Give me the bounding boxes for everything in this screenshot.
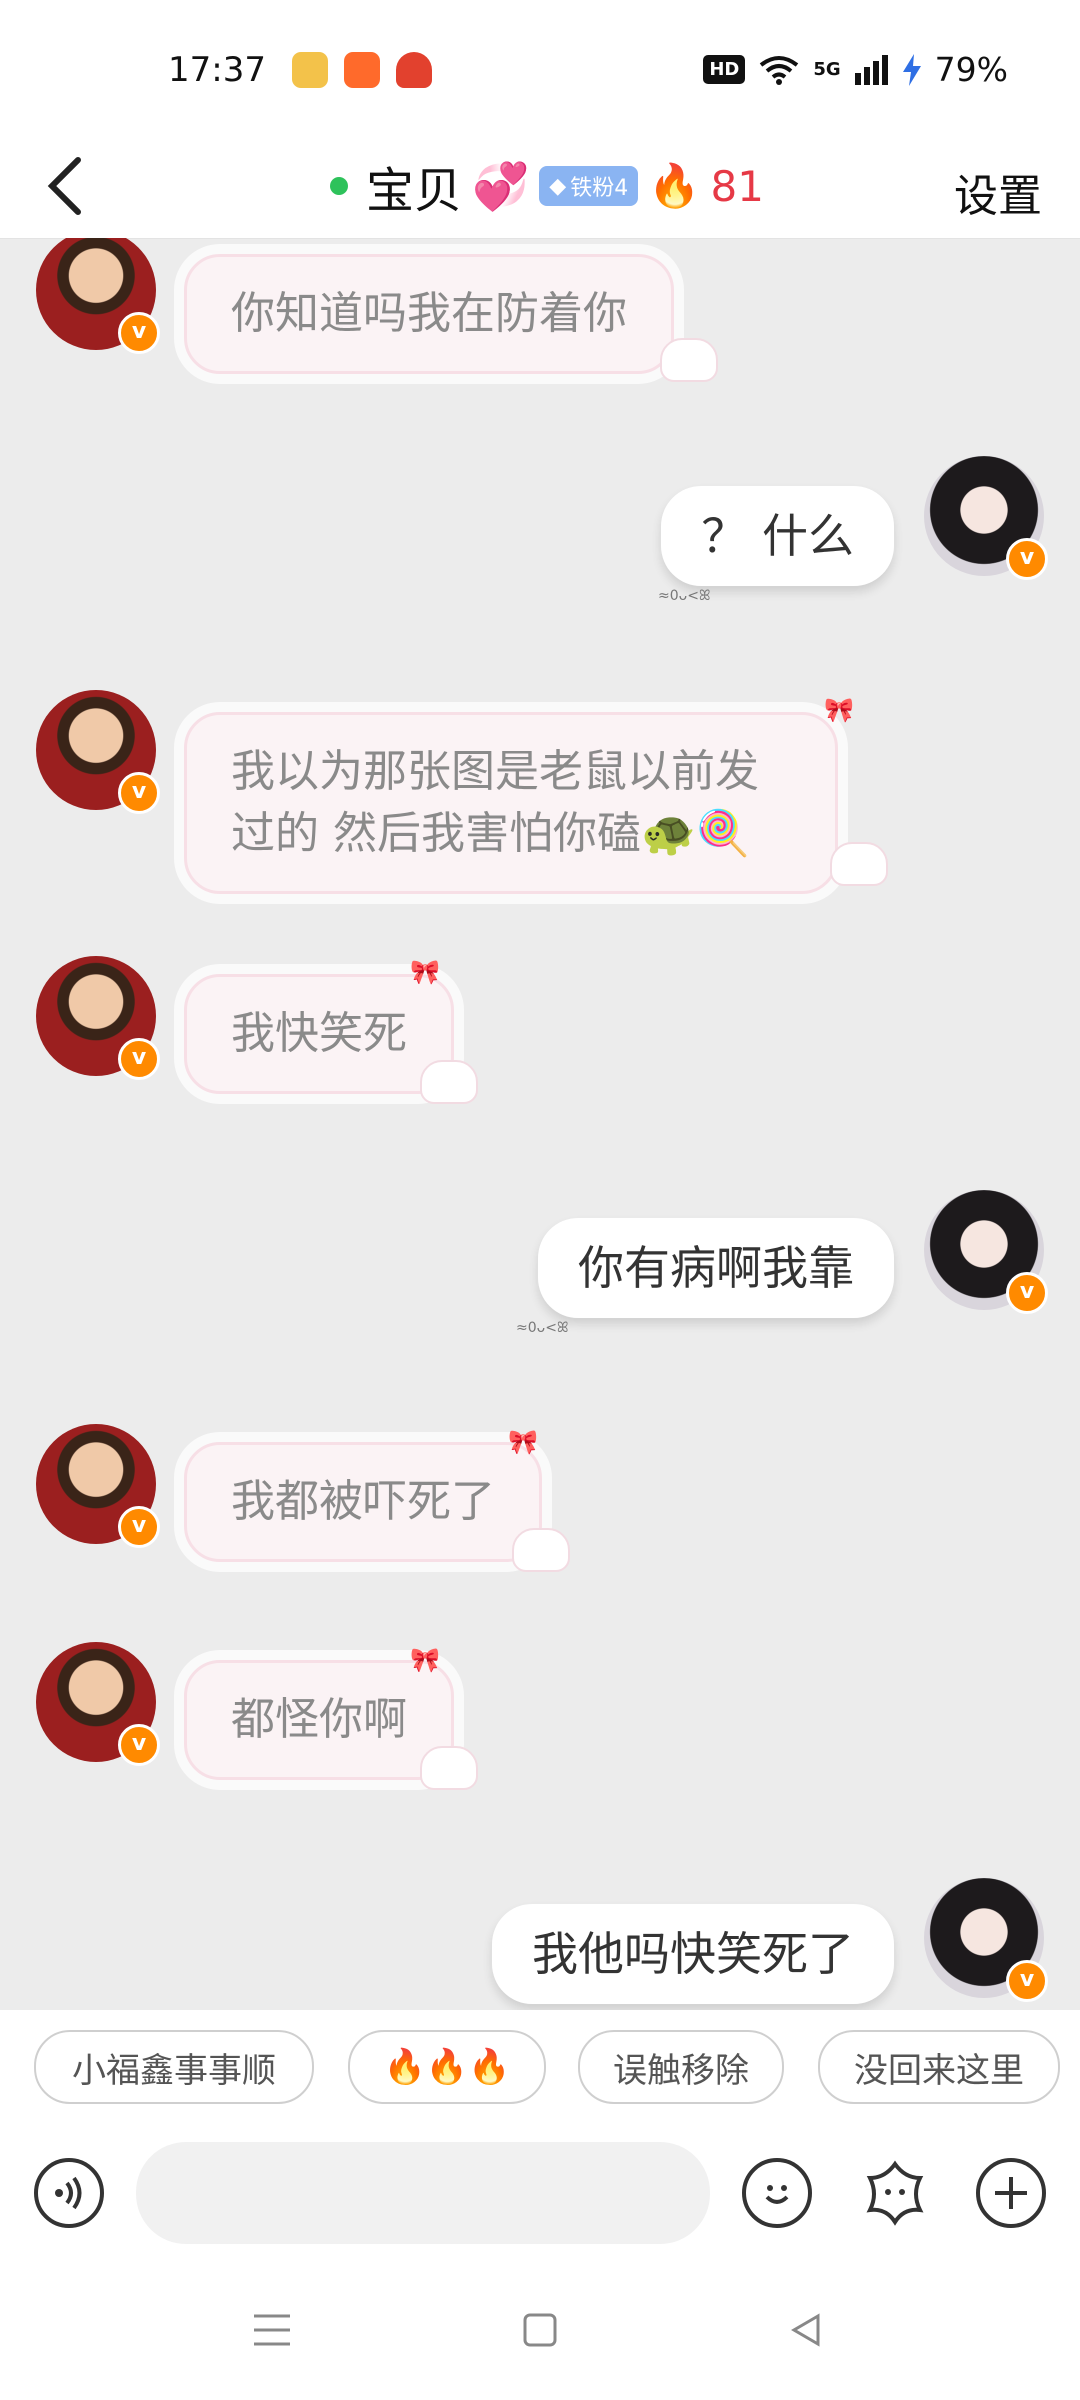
battery-percent: 79% [934,50,1008,89]
charging-icon [902,53,921,86]
chat-title: 宝贝 [366,163,463,219]
emoji-button[interactable] [742,2158,812,2228]
settings-button[interactable]: 设置 [954,160,1042,224]
wifi-icon [760,55,799,85]
contact-avatar[interactable]: v [36,956,160,1080]
message-bubble-received[interactable]: 我都被吓死了 [184,1442,542,1562]
message-text: ？ 什么 [701,509,854,563]
quick-reply-label: 🔥🔥🔥 [383,2047,511,2087]
verified-badge-icon: v [118,312,160,354]
verified-badge-icon: v [118,1506,160,1548]
message-text: 我都被吓死了 [231,1476,495,1527]
bunny-decoration-icon [420,1060,478,1104]
bunny-decoration-icon [512,1528,570,1572]
voice-wave-icon [55,2176,82,2210]
message-input-bar [0,2130,1080,2260]
verified-badge-icon: v [118,772,160,814]
verified-badge-icon: v [118,1724,160,1766]
self-avatar[interactable]: v [924,456,1048,580]
weibo-icon [292,52,328,88]
quick-reply-label: 没回来这里 [854,2050,1024,2091]
quick-reply-chip[interactable]: 🔥🔥🔥 [348,2030,546,2104]
voice-input-button[interactable] [34,2158,104,2228]
self-avatar[interactable]: v [924,1190,1048,1314]
plus-icon [995,2177,1027,2209]
fan-level-badge: ◆ 铁粉4 [539,166,639,206]
fire-icon: 🔥 [648,161,701,210]
app-icon-orange [344,52,380,88]
add-more-button[interactable] [976,2158,1046,2228]
message-bubble-received[interactable]: 我以为那张图是老鼠以前发过的 然后我害怕你磕🐢🍭 [184,712,838,894]
contact-avatar[interactable]: v [36,1424,160,1548]
message-text-input[interactable] [136,2142,710,2244]
quick-reply-chip[interactable]: 误触移除 [578,2030,784,2104]
bunny-decoration-icon [660,338,718,382]
message-text: 你有病啊我靠 [578,1241,854,1295]
quick-reply-label: 误触移除 [613,2050,749,2091]
contact-avatar[interactable]: v [36,238,160,354]
verified-badge-icon: v [1006,1960,1048,2002]
message-text: 我快笑死 [231,1008,407,1059]
back-nav-icon[interactable] [776,2300,836,2360]
verified-badge-icon: v [1006,538,1048,580]
diamond-icon: ◆ [549,173,567,199]
flower-sticker-icon [866,2160,924,2226]
chat-message-list[interactable]: v 你知道吗我在防着你 v ？ 什么 ≈0ᴗ<ꕤ v 我以为那张图是老鼠以前发过… [0,238,1080,2010]
message-bubble-sent[interactable]: ？ 什么 [661,486,894,586]
status-right-group: HD 5G 79% [703,50,1008,89]
message-text: 我他吗快笑死了 [532,1927,854,1981]
chat-header: 宝贝 💞 ◆ 铁粉4 🔥 81 设置 [0,140,1080,239]
quick-reply-bar: 小福鑫事事顺 🔥🔥🔥 误触移除 没回来这里 [0,2010,1080,2130]
message-text: 我以为那张图是老鼠以前发过的 然后我害怕你磕🐢🍭 [231,746,759,859]
message-bubble-received[interactable]: 你知道吗我在防着你 [184,254,674,374]
home-nav-icon[interactable] [510,2300,570,2360]
contact-avatar[interactable]: v [36,1642,160,1766]
back-arrow-icon[interactable] [38,154,98,218]
online-status-dot [330,177,348,195]
quick-reply-chip[interactable]: 没回来这里 [818,2030,1060,2104]
contact-avatar[interactable]: v [36,690,160,814]
bow-decoration-icon: 🎀 [824,696,854,724]
bunny-decoration-icon [830,842,888,886]
verified-badge-icon: v [118,1038,160,1080]
bubble-tail-decoration: ≈0ᴗ<ꕤ [516,1320,569,1336]
sticker-button[interactable] [860,2158,930,2228]
hearts-emoji: 💞 [472,158,530,213]
network-label: 5G [813,59,841,80]
bubble-tail-decoration: ≈0ᴗ<ꕤ [658,588,711,604]
quick-reply-label: 小福鑫事事顺 [72,2050,276,2091]
fan-level-label: 铁粉4 [570,176,629,201]
verified-badge-icon: v [1006,1272,1048,1314]
bow-decoration-icon: 🎀 [410,958,440,986]
streak-count: 81 [710,161,764,211]
message-bubble-sent[interactable]: 你有病啊我靠 [538,1218,894,1318]
menu-nav-icon[interactable] [242,2300,302,2360]
message-bubble-received[interactable]: 我快笑死 [184,974,454,1094]
bunny-decoration-icon [420,1746,478,1790]
message-bubble-received[interactable]: 都怪你啊 [184,1660,454,1780]
hd-icon: HD [703,55,746,84]
smiley-icon [765,2185,789,2204]
chat-title-group[interactable]: 宝贝 💞 ◆ 铁粉4 🔥 81 [330,154,764,219]
status-time: 17:37 [168,50,266,90]
signal-icon [854,54,888,85]
quick-reply-chip[interactable]: 小福鑫事事顺 [34,2030,314,2104]
bow-decoration-icon: 🎀 [410,1646,440,1674]
system-nav-bar [0,2260,1080,2400]
bow-decoration-icon: 🎀 [508,1428,538,1456]
status-bar: 17:37 HD 5G 79% [0,0,1080,140]
app-icon-red [396,52,432,88]
message-bubble-sent[interactable]: 我他吗快笑死了 [492,1904,894,2004]
message-text: 你知道吗我在防着你 [231,288,627,339]
message-text: 都怪你啊 [231,1694,407,1745]
self-avatar[interactable]: v [924,1878,1048,2002]
